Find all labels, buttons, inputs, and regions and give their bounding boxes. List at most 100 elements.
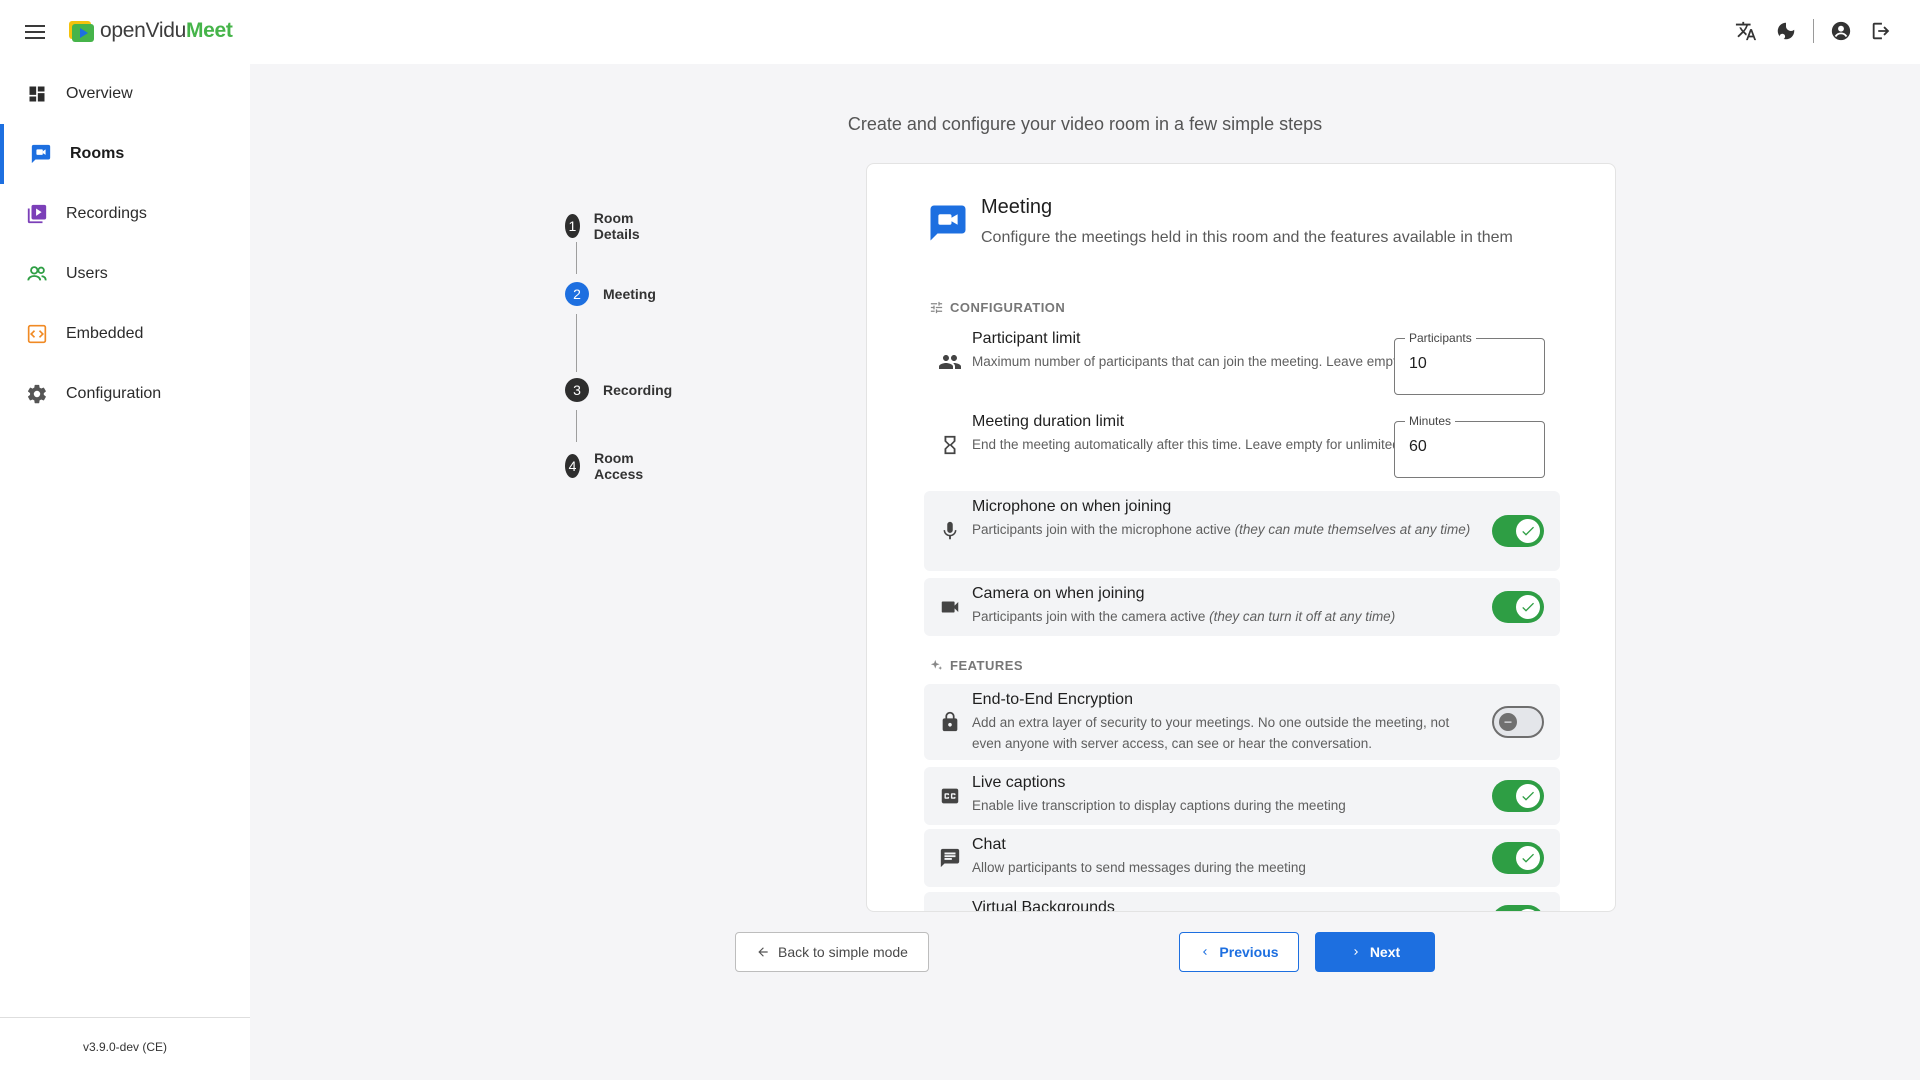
sidebar: Overview Rooms Recordings Users Embedded… [0,64,250,1080]
chevron-left-icon [1203,949,1208,955]
background-icon [936,907,964,911]
camera-toggle[interactable] [1492,591,1544,623]
camera-row: Camera on when joining Participants join… [924,578,1560,636]
configuration-section-title: CONFIGURATION [929,300,1065,315]
row-title: End-to-End Encryption [972,691,1133,708]
minutes-input[interactable] [1409,438,1529,456]
step-meeting[interactable]: 2 Meeting [565,282,656,306]
row-title: Live captions [972,774,1066,791]
minutes-field[interactable]: Minutes [1394,414,1545,478]
step-recording[interactable]: 3 Recording [565,378,672,402]
row-description: Allow participants to send messages duri… [972,860,1306,875]
sidebar-divider [0,1017,250,1018]
videocam-icon [936,593,964,621]
chat-toggle[interactable] [1492,842,1544,874]
next-button[interactable]: Next [1315,932,1435,972]
step-connector [576,314,577,372]
meeting-icon [927,202,969,244]
features-section-title: FEATURES [929,658,1023,673]
captions-row: Live captions Enable live transcription … [924,767,1560,825]
step-label: Meeting [603,286,656,302]
users-icon [26,263,48,285]
sidebar-item-rooms[interactable]: Rooms [0,124,250,184]
logo-text: openViduMeet [100,19,233,42]
account-icon[interactable] [1828,18,1854,44]
sidebar-item-recordings[interactable]: Recordings [0,184,250,244]
microphone-toggle[interactable] [1492,515,1544,547]
step-number: 2 [565,282,589,306]
translate-icon[interactable] [1733,18,1759,44]
step-label: Recording [603,382,673,398]
sidebar-item-label: Users [66,265,108,282]
meeting-settings-card[interactable]: Meeting Configure the meetings held in t… [866,163,1616,912]
hourglass-icon [936,431,964,459]
logout-icon[interactable] [1868,18,1894,44]
group-icon [936,348,964,376]
embedded-icon [26,323,48,345]
page-subtitle: Create and configure your video room in … [847,114,1323,134]
row-title: Virtual Backgrounds [972,899,1115,912]
arrow-left-icon [758,947,768,957]
sidebar-item-label: Rooms [70,145,125,162]
backgrounds-toggle[interactable] [1492,905,1544,911]
check-icon [1522,853,1534,863]
step-number: 3 [565,378,589,402]
row-description: Enable live transcription to display cap… [972,798,1346,813]
microphone-icon [936,517,964,545]
row-title: Chat [972,836,1006,853]
sidebar-item-label: Overview [66,85,133,102]
logo-mark-icon [68,18,94,44]
row-title: Camera on when joining [972,585,1145,602]
backgrounds-row: Virtual Backgrounds [924,892,1560,912]
field-label: Participants [1405,331,1476,345]
step-number: 4 [565,454,581,478]
captions-toggle[interactable] [1492,780,1544,812]
sidebar-item-label: Configuration [66,385,162,402]
participants-field[interactable]: Participants [1394,331,1545,395]
e2ee-toggle[interactable] [1492,706,1544,738]
closed-caption-icon [936,782,964,810]
sidebar-item-configuration[interactable]: Configuration [0,364,250,424]
step-room-access[interactable]: 4 Room Access [565,450,652,482]
card-header: Meeting Configure the meetings held in t… [927,194,1513,247]
theme-toggle-icon[interactable] [1773,18,1799,44]
step-number: 1 [565,214,580,238]
e2ee-row: End-to-End Encryption Add an extra layer… [924,684,1560,760]
app-version: v3.9.0-dev (CE) [82,1040,168,1054]
recordings-icon [26,203,48,225]
gear-icon [26,383,48,405]
app-logo[interactable]: openViduMeet [68,18,233,44]
back-to-simple-mode-button[interactable]: Back to simple mode [735,932,929,972]
dashboard-icon [26,83,48,105]
topbar-divider [1813,19,1814,43]
top-bar: openViduMeet [0,0,1920,64]
sidebar-item-label: Recordings [66,205,147,222]
row-title: Microphone on when joining [972,498,1172,515]
row-description: Participants join with the microphone ac… [972,522,1471,537]
previous-button[interactable]: Previous [1179,932,1299,972]
sidebar-item-label: Embedded [66,325,144,342]
menu-icon[interactable] [22,20,48,44]
sidebar-item-users[interactable]: Users [0,244,250,304]
row-description: Add an extra layer of security to your m… [972,715,1450,751]
sparkle-icon [930,659,943,670]
card-title: Meeting [981,196,1053,218]
sidebar-item-overview[interactable]: Overview [0,64,250,124]
field-label: Minutes [1405,414,1456,428]
minus-icon [1504,721,1512,723]
lock-icon [936,708,964,736]
chat-row: Chat Allow participants to send messages… [924,829,1560,887]
card-description: Configure the meetings held in this room… [981,229,1513,246]
chevron-right-icon [1354,949,1358,955]
step-label: Room Access [594,450,644,482]
rooms-icon [30,143,52,165]
step-connector [576,242,577,274]
step-label: Room Details [593,210,640,242]
microphone-row: Microphone on when joining Participants … [924,491,1560,571]
step-room-details[interactable]: 1 Room Details [565,210,649,242]
row-description: Participants join with the camera active… [972,609,1396,624]
sidebar-item-embedded[interactable]: Embedded [0,304,250,364]
check-icon [1522,602,1534,612]
participants-input[interactable] [1409,355,1529,373]
step-connector [576,410,577,442]
